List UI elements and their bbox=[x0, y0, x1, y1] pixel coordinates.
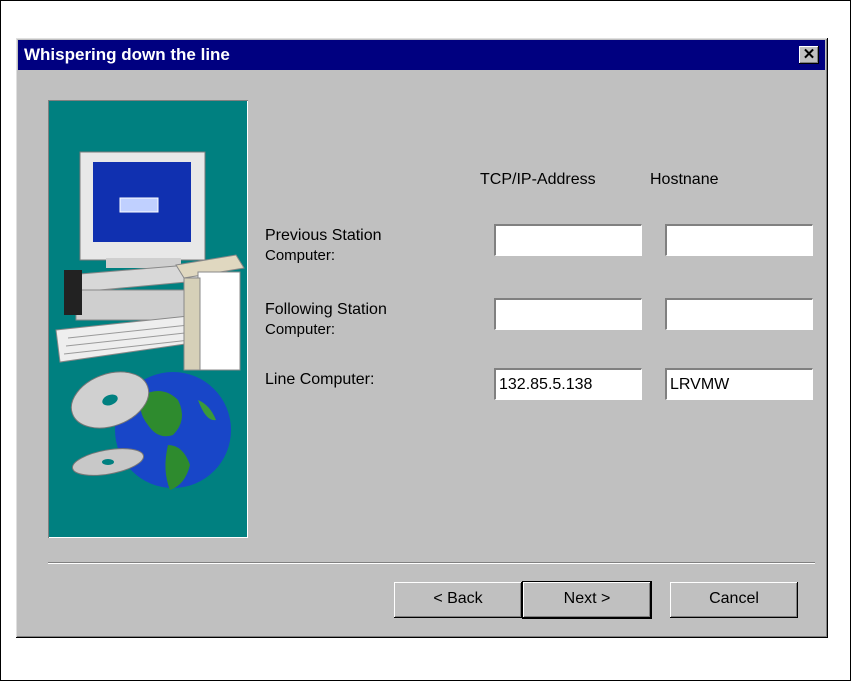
column-header-address: TCP/IP-Address bbox=[480, 171, 596, 188]
title-bar: Whispering down the line ✕ bbox=[18, 40, 825, 70]
line-computer-label: Line Computer: bbox=[265, 371, 375, 388]
line-computer-address-input[interactable] bbox=[494, 368, 642, 400]
next-button[interactable]: Next > bbox=[522, 581, 652, 619]
previous-station-label-line2: Computer: bbox=[265, 247, 336, 264]
following-station-label: Following Station Computer: bbox=[265, 300, 387, 340]
window-title: Whispering down the line bbox=[24, 45, 230, 64]
previous-station-address-input[interactable] bbox=[494, 224, 642, 256]
following-station-label-line2: Computer: bbox=[265, 321, 336, 338]
previous-station-hostname-input[interactable] bbox=[665, 224, 813, 256]
wizard-illustration bbox=[48, 100, 248, 538]
computer-globe-cd-illustration-icon bbox=[55, 151, 245, 490]
following-station-hostname-input[interactable] bbox=[665, 298, 813, 330]
line-computer-hostname-input[interactable] bbox=[665, 368, 813, 400]
previous-station-label: Previous Station Computer: bbox=[265, 226, 382, 266]
close-icon: ✕ bbox=[802, 46, 816, 63]
button-separator bbox=[48, 562, 815, 564]
cancel-button[interactable]: Cancel bbox=[670, 582, 798, 618]
close-button[interactable]: ✕ bbox=[799, 46, 819, 64]
back-button[interactable]: < Back bbox=[394, 582, 522, 618]
following-station-address-input[interactable] bbox=[494, 298, 642, 330]
column-header-hostname: Hostnane bbox=[650, 171, 719, 188]
wizard-dialog: Whispering down the line ✕ TCP/IP-Addres… bbox=[16, 38, 828, 638]
previous-station-label-line1: Previous Station bbox=[265, 227, 382, 244]
following-station-label-line1: Following Station bbox=[265, 301, 387, 318]
